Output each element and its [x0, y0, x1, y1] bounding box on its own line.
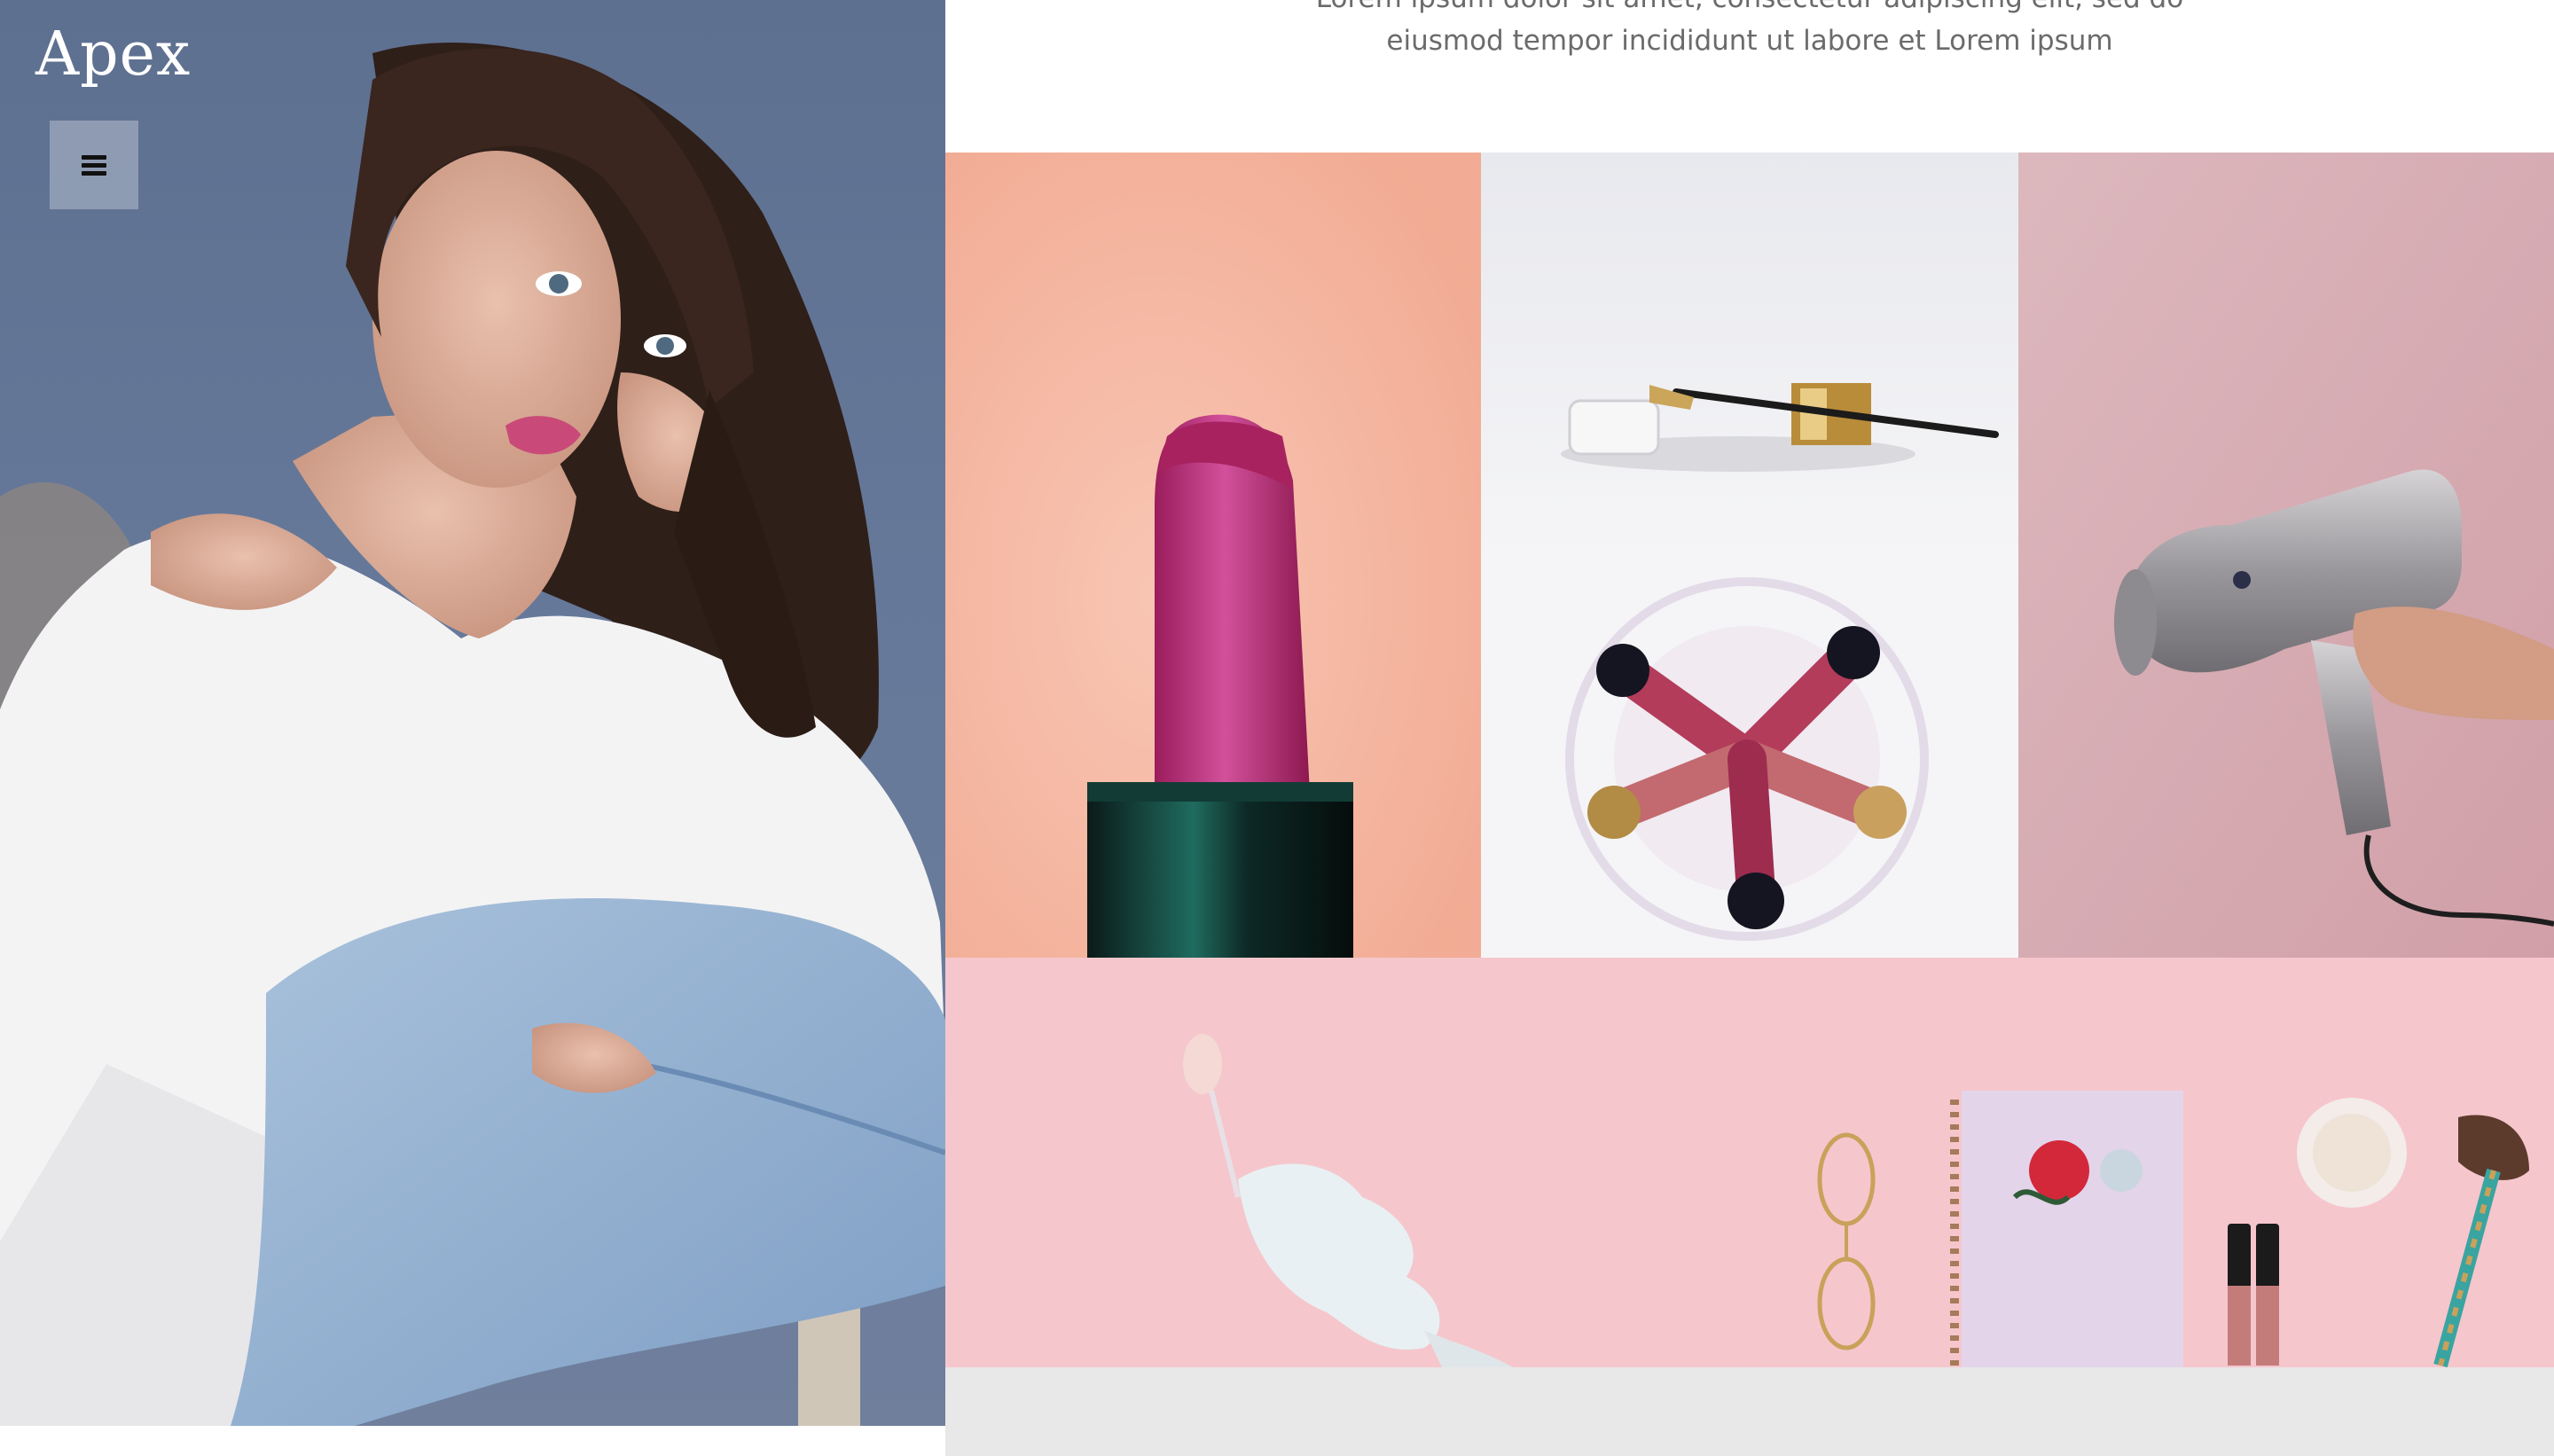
lip-gloss-image [1481, 555, 2018, 958]
gallery-tile-lip-gloss[interactable] [1481, 555, 2018, 958]
menu-button[interactable] [50, 121, 138, 209]
gallery-tile-makeup-brush[interactable] [1481, 153, 2018, 555]
page: Apex Lorem ipsum dolor sit amet, consect… [0, 0, 2554, 1456]
gallery-tile-lipstick[interactable] [945, 153, 1481, 958]
makeup-brush-image [1481, 153, 2018, 555]
flatlay-image [1749, 958, 2554, 1367]
intro-section: Lorem ipsum dolor sit amet, consectetur … [945, 0, 2554, 153]
gallery-tile-hair-dryer[interactable] [2018, 153, 2554, 958]
hair-dryer-image [2018, 153, 2554, 958]
lipstick-image [945, 153, 1481, 958]
nail-polish-image [945, 958, 1749, 1367]
hamburger-menu-icon [82, 152, 106, 179]
gallery-tile-flatlay[interactable] [1749, 958, 2554, 1367]
footer-band [945, 1367, 2554, 1456]
hero-panel: Apex [0, 0, 945, 1426]
intro-text-line-2: eiusmod tempor incididunt ut labore et L… [1386, 25, 2113, 57]
gallery-tile-nail-polish[interactable] [945, 958, 1749, 1367]
hero-spacer [0, 1426, 945, 1456]
brand-logo[interactable]: Apex [35, 20, 191, 90]
hero-portrait-image [0, 43, 945, 1426]
